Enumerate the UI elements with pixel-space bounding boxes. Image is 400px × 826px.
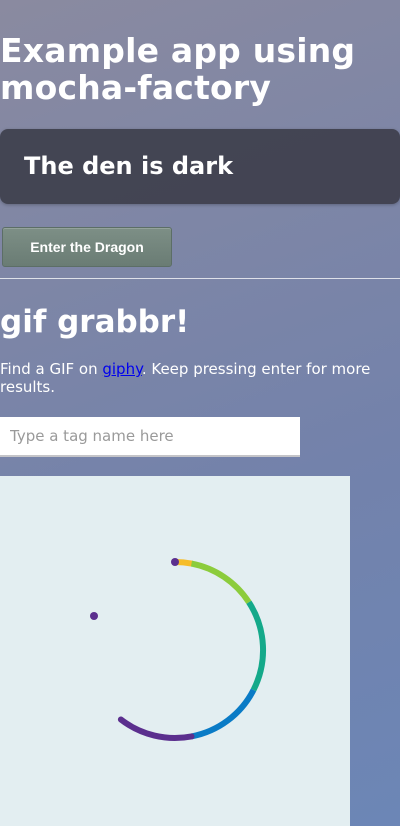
tag-search-input[interactable] bbox=[0, 417, 300, 457]
den-status-panel: The den is dark bbox=[0, 129, 400, 204]
gif-grabbr-intro: Find a GIF on giphy. Keep pressing enter… bbox=[0, 360, 400, 396]
spinner-segment-teal bbox=[246, 600, 266, 692]
intro-prefix-text: Find a GIF on bbox=[0, 360, 103, 378]
gif-display-area bbox=[0, 476, 350, 826]
gif-grabbr-title: gif grabbr! bbox=[0, 304, 190, 340]
page-title: Example app using mocha-factory bbox=[0, 31, 356, 107]
spinner-segment-blue bbox=[190, 688, 257, 740]
den-status-text: The den is dark bbox=[24, 152, 234, 180]
spinner-dot-top bbox=[171, 558, 179, 566]
spinner-dot-left bbox=[90, 612, 98, 620]
section-divider bbox=[0, 278, 400, 279]
giphy-link[interactable]: giphy bbox=[102, 360, 141, 378]
loading-spinner-icon bbox=[90, 558, 266, 741]
spinner-segment-green bbox=[190, 560, 252, 604]
spinner-segment-purple bbox=[117, 716, 195, 741]
enter-dragon-button[interactable]: Enter the Dragon bbox=[2, 227, 172, 267]
